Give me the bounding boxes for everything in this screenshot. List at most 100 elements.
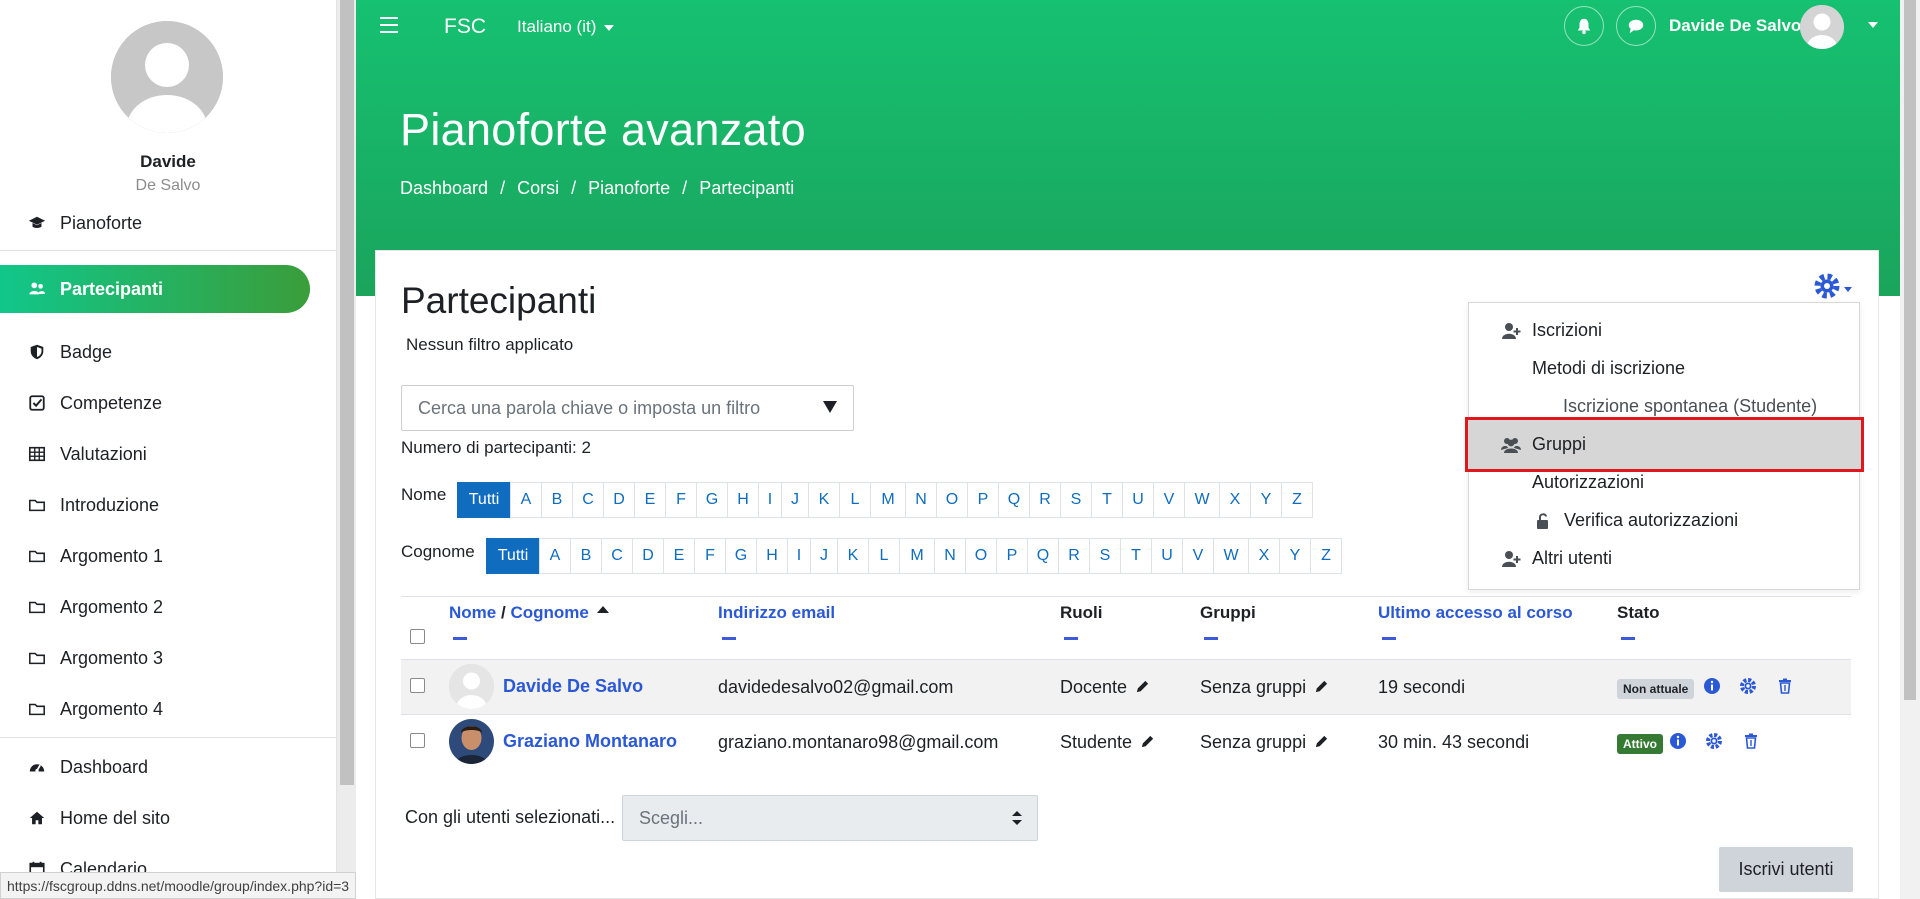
first-name-filter-letter[interactable]: H	[727, 482, 759, 518]
first-name-filter-letter[interactable]: L	[839, 482, 871, 518]
chevron-down-icon[interactable]	[1868, 22, 1878, 28]
first-name-filter-letter[interactable]: X	[1219, 482, 1251, 518]
menu-item-autorizzazioni[interactable]: Autorizzazioni	[1532, 472, 1644, 493]
last-name-filter-letter[interactable]: G	[725, 538, 757, 574]
sidebar-item-competenze[interactable]: Competenze	[0, 383, 336, 423]
sidebar-item-argomento-2[interactable]: Argomento 2	[0, 587, 336, 627]
breadcrumb-item[interactable]: Pianoforte	[588, 178, 670, 199]
breadcrumb-item[interactable]: Corsi	[517, 178, 559, 199]
window-scrollbar[interactable]	[1900, 0, 1920, 899]
sidebar-item-valutazioni[interactable]: Valutazioni	[0, 434, 336, 474]
gear-icon[interactable]	[1739, 677, 1757, 695]
first-name-filter-letter[interactable]: M	[870, 482, 906, 518]
sidebar-item-argomento-1[interactable]: Argomento 1	[0, 536, 336, 576]
collapse-column-icon[interactable]	[1204, 637, 1218, 640]
first-name-filter-letter[interactable]: A	[510, 482, 542, 518]
user-menu-name[interactable]: Davide De Salvo	[1669, 16, 1801, 36]
first-name-filter-letter[interactable]: B	[541, 482, 573, 518]
first-name-filter-all[interactable]: Tutti	[457, 482, 511, 518]
language-selector[interactable]: Italiano (it)	[517, 17, 615, 37]
collapse-column-icon[interactable]	[722, 637, 736, 640]
last-name-filter-letter[interactable]: K	[837, 538, 869, 574]
last-name-filter-letter[interactable]: J	[810, 538, 838, 574]
notifications-button[interactable]	[1564, 6, 1604, 46]
sidebar-item-dashboard[interactable]: Dashboard	[0, 747, 336, 787]
last-name-filter-letter[interactable]: A	[539, 538, 571, 574]
last-name-filter-letter[interactable]: X	[1248, 538, 1280, 574]
first-name-filter-letter[interactable]: Q	[998, 482, 1030, 518]
participant-name-link[interactable]: Davide De Salvo	[503, 676, 643, 697]
select-all-checkbox[interactable]	[410, 629, 425, 644]
first-name-filter-letter[interactable]: C	[572, 482, 604, 518]
row-select-checkbox[interactable]	[410, 733, 425, 748]
last-name-filter-letter[interactable]: H	[756, 538, 788, 574]
last-name-filter-letter[interactable]: W	[1213, 538, 1249, 574]
first-name-filter-letter[interactable]: E	[634, 482, 666, 518]
last-name-filter-letter[interactable]: Y	[1279, 538, 1311, 574]
first-name-filter-letter[interactable]: N	[905, 482, 937, 518]
last-name-filter-letter[interactable]: T	[1120, 538, 1152, 574]
first-name-filter-letter[interactable]: F	[665, 482, 697, 518]
hamburger-menu-icon[interactable]	[380, 17, 398, 33]
sidebar-item-partecipanti[interactable]: Partecipanti	[0, 265, 310, 313]
last-name-filter-letter[interactable]: N	[934, 538, 966, 574]
participant-name-link[interactable]: Graziano Montanaro	[503, 731, 677, 752]
gear-icon[interactable]	[1705, 732, 1723, 750]
collapse-column-icon[interactable]	[1064, 637, 1078, 640]
edit-pencil-icon[interactable]	[1314, 733, 1329, 754]
first-name-filter-letter[interactable]: G	[696, 482, 728, 518]
last-name-filter-letter[interactable]: I	[787, 538, 811, 574]
collapse-column-icon[interactable]	[453, 637, 467, 640]
last-name-filter-letter[interactable]: B	[570, 538, 602, 574]
profile-avatar[interactable]	[111, 21, 223, 133]
sidebar-item-introduzione[interactable]: Introduzione	[0, 485, 336, 525]
first-name-filter-letter[interactable]: V	[1153, 482, 1185, 518]
last-name-filter-letter[interactable]: O	[965, 538, 997, 574]
user-avatar[interactable]	[1800, 5, 1844, 49]
first-name-filter-letter[interactable]: O	[936, 482, 968, 518]
sidebar-scrollbar-thumb[interactable]	[340, 0, 354, 785]
last-name-filter-all[interactable]: Tutti	[486, 538, 540, 574]
first-name-filter-letter[interactable]: J	[781, 482, 809, 518]
first-name-filter-letter[interactable]: K	[808, 482, 840, 518]
filter-search-input[interactable]: Cerca una parola chiave o imposta un fil…	[401, 385, 854, 431]
sort-by-lastname-link[interactable]: Cognome	[510, 603, 588, 622]
menu-item-altri-utenti[interactable]: Altri utenti	[1500, 548, 1612, 569]
last-name-filter-letter[interactable]: Q	[1027, 538, 1059, 574]
trash-icon[interactable]	[1742, 732, 1760, 750]
info-icon[interactable]	[1669, 732, 1687, 750]
last-name-filter-letter[interactable]: F	[694, 538, 726, 574]
enrol-users-button[interactable]: Iscrivi utenti	[1719, 847, 1853, 892]
collapse-column-icon[interactable]	[1382, 637, 1396, 640]
edit-pencil-icon[interactable]	[1140, 733, 1155, 754]
collapse-column-icon[interactable]	[1621, 637, 1635, 640]
first-name-filter-letter[interactable]: T	[1091, 482, 1123, 518]
sidebar-item-argomento-4[interactable]: Argomento 4	[0, 689, 336, 729]
first-name-filter-letter[interactable]: S	[1060, 482, 1092, 518]
first-name-filter-letter[interactable]: W	[1184, 482, 1220, 518]
site-brand[interactable]: FSC	[444, 15, 486, 39]
breadcrumb-item[interactable]: Dashboard	[400, 178, 488, 199]
sort-by-firstname-link[interactable]: Nome	[449, 603, 496, 622]
trash-icon[interactable]	[1776, 677, 1794, 695]
sidebar-scrollbar[interactable]	[336, 0, 356, 899]
first-name-filter-letter[interactable]: Y	[1250, 482, 1282, 518]
edit-pencil-icon[interactable]	[1314, 678, 1329, 699]
last-name-filter-letter[interactable]: R	[1058, 538, 1090, 574]
menu-item-iscrizione-spontanea[interactable]: Iscrizione spontanea (Studente)	[1563, 396, 1817, 417]
last-name-filter-letter[interactable]: P	[996, 538, 1028, 574]
breadcrumb-item[interactable]: Partecipanti	[699, 178, 794, 199]
bulk-action-select[interactable]: Scegli...	[622, 795, 1038, 841]
sidebar-item-argomento-3[interactable]: Argomento 3	[0, 638, 336, 678]
window-scrollbar-thumb[interactable]	[1904, 0, 1916, 700]
column-header-last-access[interactable]: Ultimo accesso al corso	[1378, 603, 1573, 623]
last-name-filter-letter[interactable]: L	[868, 538, 900, 574]
first-name-filter-letter[interactable]: U	[1122, 482, 1154, 518]
last-name-filter-letter[interactable]: U	[1151, 538, 1183, 574]
column-header-email[interactable]: Indirizzo email	[718, 603, 835, 623]
row-select-checkbox[interactable]	[410, 678, 425, 693]
menu-item-iscrizioni[interactable]: Iscrizioni	[1500, 320, 1602, 341]
first-name-filter-letter[interactable]: I	[758, 482, 782, 518]
first-name-filter-letter[interactable]: Z	[1281, 482, 1313, 518]
course-settings-button[interactable]	[1813, 271, 1857, 301]
